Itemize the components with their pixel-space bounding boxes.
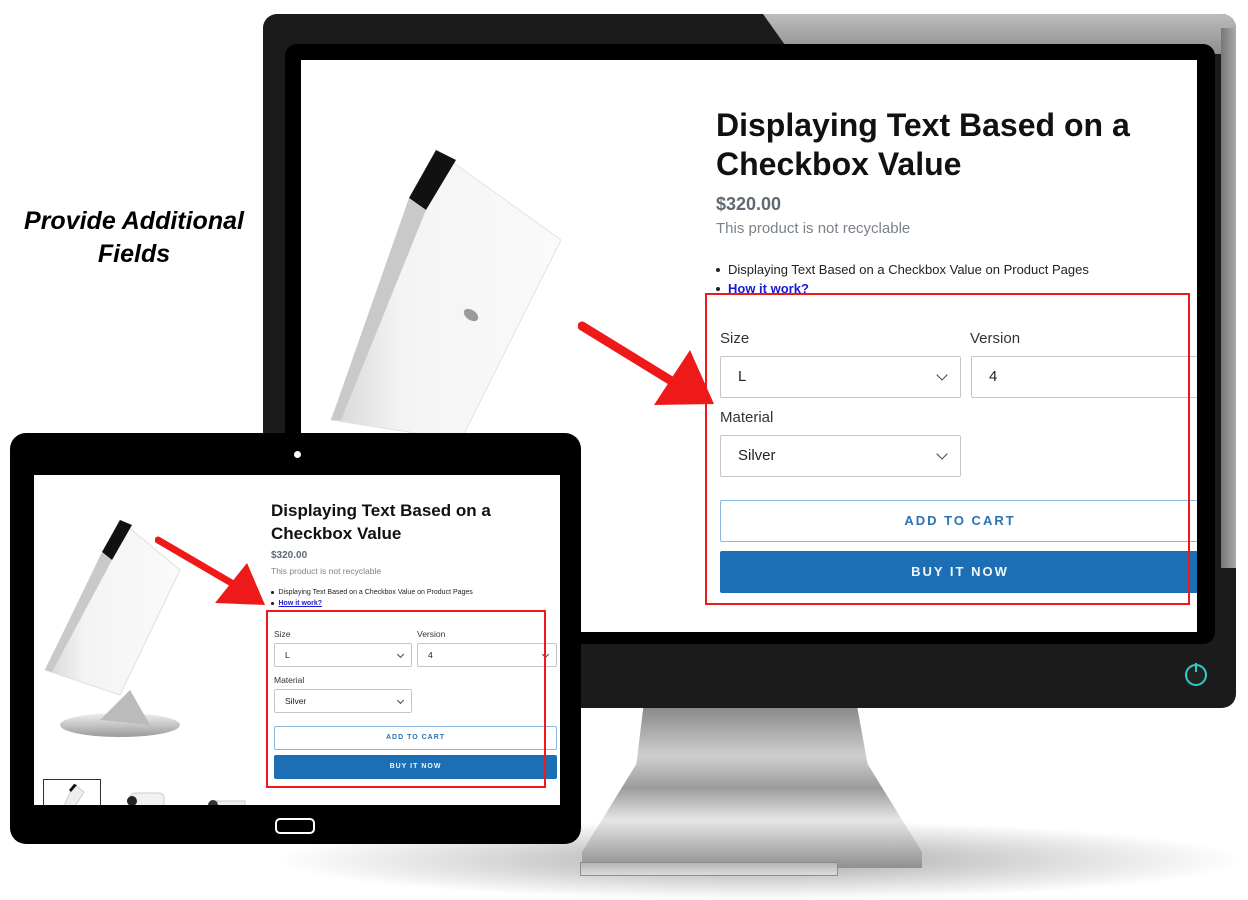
home-button-icon[interactable] [275, 818, 315, 834]
red-arrow-icon [578, 321, 714, 405]
product-title: Displaying Text Based on a Checkbox Valu… [716, 107, 1130, 182]
bullet-dot [271, 591, 274, 594]
monitor-gloss-edge [1221, 28, 1236, 568]
tablet-screen: Displaying Text Based on a Checkbox Valu… [34, 475, 560, 805]
thumbnail-image [127, 792, 165, 805]
monitor-stand-base [580, 862, 838, 876]
thumbnail-image [208, 800, 246, 805]
caption-line-2: Fields [97, 240, 171, 268]
bullet-item: Displaying Text Based on a Checkbox Valu… [716, 260, 1089, 279]
caption-heading: Provide Additional Fields [0, 205, 268, 271]
thumbnail-2[interactable] [120, 779, 178, 805]
thumbnail-image [63, 783, 85, 805]
bullet-dot [271, 602, 274, 605]
product-note: This product is not recyclable [716, 220, 911, 237]
product-price: $320.00 [716, 194, 782, 214]
bullet-dot [716, 268, 720, 272]
product-note: This product is not recyclable [271, 566, 382, 576]
bullet-item: Displaying Text Based on a Checkbox Valu… [271, 587, 473, 598]
product-image [330, 150, 561, 440]
bullet-text: Displaying Text Based on a Checkbox Valu… [278, 589, 473, 596]
tablet-frame: Displaying Text Based on a Checkbox Valu… [10, 433, 581, 844]
monitor-stand [582, 708, 922, 868]
bullet-item: How it work? [271, 598, 473, 609]
highlight-box [266, 610, 546, 788]
thumbnail-3[interactable] [197, 779, 255, 805]
thumbnail-1[interactable] [43, 779, 101, 805]
caption-line-1: Provide Additional [24, 207, 244, 235]
product-bullets: Displaying Text Based on a Checkbox Valu… [271, 587, 473, 609]
power-icon[interactable] [1185, 663, 1207, 686]
how-it-works-link[interactable]: How it work? [279, 598, 323, 609]
product-title: Displaying Text Based on a Checkbox Valu… [271, 501, 491, 543]
product-price: $320.00 [271, 550, 308, 561]
red-arrow-icon [155, 536, 265, 605]
camera-icon [294, 451, 301, 458]
highlight-box [705, 293, 1190, 605]
bullet-dot [716, 287, 720, 291]
bullet-text: Displaying Text Based on a Checkbox Valu… [728, 262, 1089, 277]
